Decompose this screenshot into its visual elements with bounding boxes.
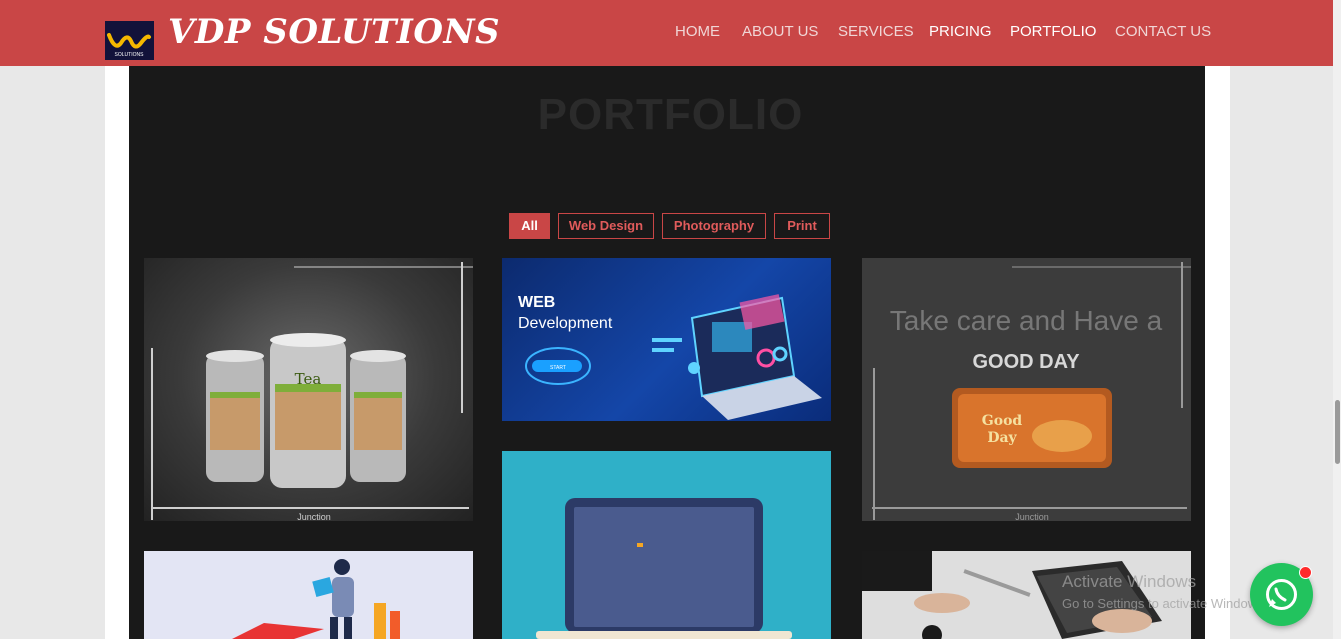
portfolio-item-laptop[interactable] xyxy=(502,451,831,639)
nav-services[interactable]: SERVICES xyxy=(838,23,914,40)
web-development-image: WEB Development START xyxy=(518,294,822,420)
portfolio-item-tea[interactable]: Tea Junction xyxy=(144,258,473,521)
activate-windows-title: Activate Windows xyxy=(1062,572,1197,591)
filter-photography[interactable]: Photography xyxy=(662,213,766,239)
brand-name[interactable]: VDP SOLUTIONS xyxy=(168,12,500,52)
portfolio-item-marketing[interactable] xyxy=(144,551,473,639)
svg-text:Tea: Tea xyxy=(295,370,322,388)
nav-home[interactable]: HOME xyxy=(675,23,720,40)
laptop-illustration xyxy=(536,498,792,639)
svg-text:START: START xyxy=(550,365,566,371)
svg-text:Day: Day xyxy=(987,430,1017,446)
logo-icon: SOLUTIONS xyxy=(107,33,151,58)
svg-text:WEB: WEB xyxy=(518,294,555,311)
nav-contact-us[interactable]: CONTACT US xyxy=(1115,23,1211,40)
logo[interactable]: SOLUTIONS xyxy=(105,21,154,60)
nav-pricing[interactable]: PRICING xyxy=(929,23,992,40)
nav-portfolio[interactable]: PORTFOLIO xyxy=(1010,23,1096,40)
svg-text:Junction: Junction xyxy=(1015,512,1049,521)
filter-print[interactable]: Print xyxy=(774,213,830,239)
portfolio-item-business-photo[interactable] xyxy=(862,551,1191,639)
tea-cans-image: Tea Junction xyxy=(151,262,473,521)
portfolio-item-web-development[interactable]: WEB Development START xyxy=(502,258,831,421)
section-title: PORTFOLIO xyxy=(537,90,804,139)
filter-web-design[interactable]: Web Design xyxy=(558,213,654,239)
notification-dot xyxy=(1299,566,1312,579)
svg-text:Junction: Junction xyxy=(297,512,331,521)
svg-text:Development: Development xyxy=(518,315,613,332)
activate-windows-subtitle: Go to Settings to activate Windows. xyxy=(1062,596,1268,611)
svg-text:Take care and Have a: Take care and Have a xyxy=(890,305,1163,336)
svg-text:GOOD DAY: GOOD DAY xyxy=(972,351,1080,373)
svg-text:SOLUTIONS: SOLUTIONS xyxy=(115,52,145,58)
business-photo xyxy=(862,551,1162,639)
portfolio-item-good-day[interactable]: Take care and Have a GOOD DAY Good Day J… xyxy=(862,258,1191,521)
nav-about-us[interactable]: ABOUT US xyxy=(742,23,818,40)
scrollbar-thumb[interactable] xyxy=(1335,400,1340,464)
filter-all[interactable]: All xyxy=(509,213,550,239)
good-day-image: Take care and Have a GOOD DAY Good Day J… xyxy=(872,262,1191,521)
svg-text:Good: Good xyxy=(982,413,1023,429)
page-scrollbar[interactable] xyxy=(1333,0,1341,639)
marketing-illustration xyxy=(232,559,400,639)
